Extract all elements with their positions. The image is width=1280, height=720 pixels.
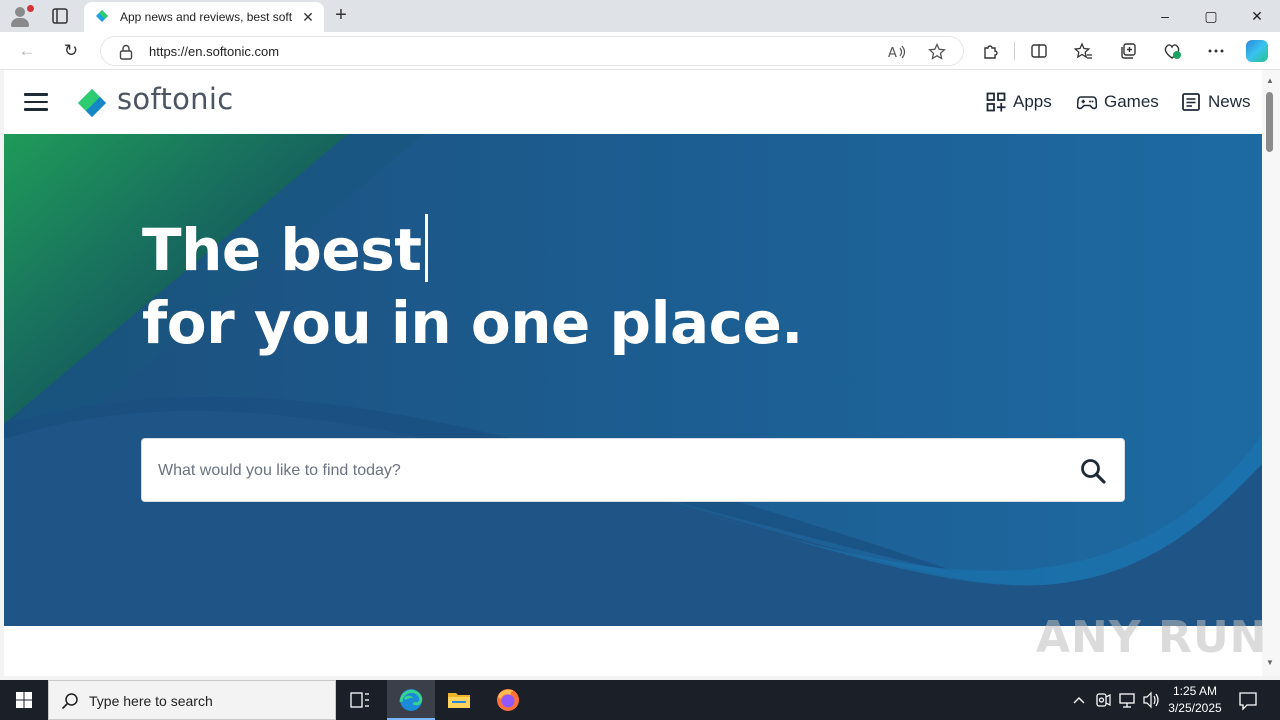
firefox-icon[interactable] [484,680,532,720]
profile-avatar-icon[interactable] [9,5,34,27]
extensions-icon[interactable] [980,41,1002,61]
window-restore-button[interactable]: ▢ [1188,0,1234,32]
hero-headline-line2: for you in one place. [142,289,803,357]
favorite-star-icon[interactable] [927,42,947,61]
softonic-favicon-icon [95,10,109,24]
window-minimize-button[interactable]: – [1142,0,1188,32]
hero-search-input[interactable] [158,457,1058,485]
nav-games[interactable]: Games [1076,90,1159,114]
collections-icon[interactable] [1117,41,1139,61]
scroll-up-arrow-icon[interactable]: ▲ [1266,76,1274,85]
hero-headline-line1: The best [142,216,422,284]
clock-time: 1:25 AM [1172,684,1218,698]
browser-tab-active[interactable]: App news and reviews, best software down… [84,2,324,32]
nav-apps[interactable]: Apps [986,90,1052,114]
more-menu-icon[interactable] [1205,41,1227,61]
window-close-button[interactable]: ✕ [1234,0,1280,32]
site-header: softonic Apps Games News [4,70,1262,134]
edge-taskbar-icon[interactable] [387,680,435,720]
nav-apps-label: Apps [1013,92,1052,111]
clock-date: 3/25/2025 [1168,701,1222,715]
newspaper-icon [1181,92,1201,112]
browser-tab-strip: App news and reviews, best software down… [0,0,1280,32]
tray-chevron-up-icon[interactable] [1068,680,1090,720]
scrollbar-thumb[interactable] [1266,92,1273,152]
page-viewport: softonic Apps Games News The best for yo… [4,70,1262,676]
taskbar-clock[interactable]: 1:25 AM 3/25/2025 [1160,683,1230,717]
favorites-icon[interactable] [1072,41,1094,61]
taskbar-search-placeholder: Type here to search [89,693,213,709]
notifications-icon[interactable] [1236,680,1260,720]
tray-volume-icon[interactable] [1140,680,1162,720]
hero-banner: The best for you in one place. [4,134,1262,626]
lock-icon[interactable] [119,44,133,60]
grid-icon [986,92,1006,112]
hero-background [4,134,1262,626]
gamepad-icon [1076,92,1098,112]
nav-games-label: Games [1104,92,1159,111]
taskbar-search-icon [61,692,79,710]
task-view-icon[interactable] [336,680,384,720]
hero-search-box[interactable] [141,438,1125,502]
anyrun-watermark: ANY RUN [1036,612,1268,663]
search-icon[interactable] [1079,457,1107,485]
nav-news[interactable]: News [1181,90,1251,114]
taskbar-search-box[interactable]: Type here to search [48,680,336,720]
file-explorer-icon[interactable] [435,680,483,720]
split-screen-icon[interactable] [1028,41,1050,61]
text-caret [424,214,428,282]
read-aloud-icon[interactable]: A [887,43,907,61]
address-bar[interactable]: https://en.softonic.com A [100,36,964,66]
windows-taskbar: Type here to search 1:25 AM 3/25/2025 [0,680,1280,720]
page-scrollbar[interactable]: ▲ ▼ [1262,70,1280,676]
refresh-button[interactable]: ↻ [58,39,84,63]
svg-text:A: A [888,46,897,61]
copilot-icon[interactable] [1246,40,1268,62]
tray-network-icon[interactable] [1116,680,1138,720]
hamburger-menu-icon[interactable] [24,93,48,111]
softonic-logo-icon[interactable] [74,81,110,123]
windows-start-icon[interactable] [0,680,48,720]
softonic-logo-text[interactable]: softonic [117,82,233,116]
hero-headline: The best for you in one place. [142,214,803,360]
tab-title: App news and reviews, best software down… [120,10,292,24]
back-button[interactable]: ← [14,39,40,63]
new-tab-button[interactable]: + [330,5,352,27]
tray-meet-icon[interactable] [1093,680,1113,720]
tab-actions-icon[interactable] [48,6,72,26]
toolbar-separator [1014,42,1015,60]
tab-close-button[interactable]: ✕ [299,8,317,26]
browser-essentials-icon[interactable] [1161,41,1183,61]
browser-toolbar: ← ↻ https://en.softonic.com A [0,32,1280,70]
nav-news-label: News [1208,92,1251,111]
address-url[interactable]: https://en.softonic.com [149,44,279,59]
